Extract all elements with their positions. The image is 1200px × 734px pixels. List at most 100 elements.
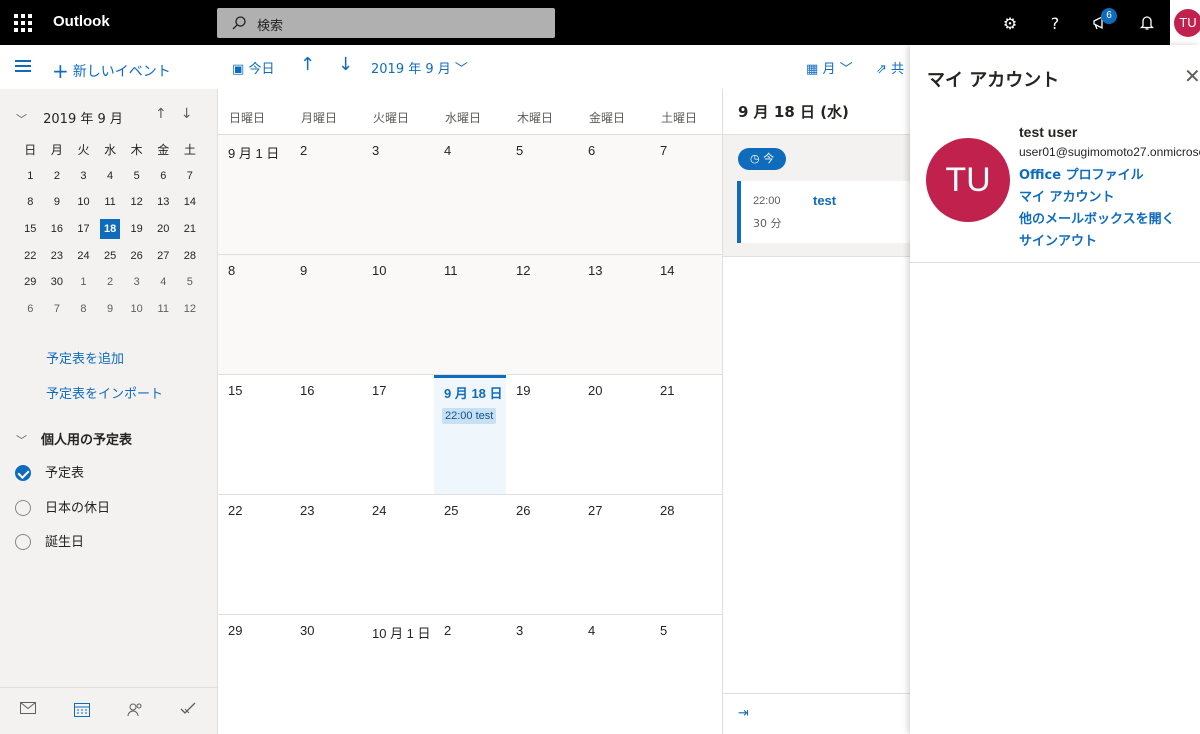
month-picker-button[interactable]: 2019 年 9 月 ﹀ [371,58,468,77]
mini-day[interactable]: 3 [70,170,97,182]
mini-day[interactable]: 16 [44,223,71,235]
day-cell[interactable]: 20 [578,375,650,494]
day-cell[interactable]: 13 [578,255,650,374]
hamburger-menu-icon[interactable] [15,60,31,72]
app-brand[interactable]: Outlook [53,13,110,30]
mini-day[interactable]: 5 [123,170,150,182]
new-event-button[interactable]: + 新しいイベント [52,57,171,83]
account-button[interactable]: TU [1170,0,1200,45]
day-cell[interactable]: 2 [434,615,506,734]
calendar-item-japan-holidays[interactable]: 日本の休日 [15,497,110,517]
mini-day[interactable]: 29 [17,276,44,288]
mini-day[interactable]: 25 [97,250,124,262]
import-calendar-link[interactable]: 予定表をインポート [46,383,163,402]
mini-day[interactable]: 26 [123,250,150,262]
mini-previous-arrow-icon[interactable]: ↑ [155,106,167,122]
previous-month-arrow-icon[interactable]: ↑ [300,54,315,75]
mini-day[interactable]: 4 [150,276,177,288]
now-button[interactable]: ◷ 今 [738,148,787,170]
mini-day[interactable]: 7 [177,170,204,182]
mini-next-arrow-icon[interactable]: ↓ [181,106,193,122]
share-button[interactable]: ⇗ 共 [876,58,904,77]
sign-out-link[interactable]: サインアウト [1019,230,1097,249]
day-cell[interactable]: 2 [290,135,362,254]
mini-day[interactable]: 3 [123,276,150,288]
day-cell[interactable]: 19 [506,375,578,494]
mini-day[interactable]: 27 [150,250,177,262]
view-switcher-button[interactable]: ▦ 月 ﹀ [806,58,853,77]
radio-circle-icon[interactable] [15,499,31,516]
office-profile-link[interactable]: Office プロファイル [1019,164,1144,183]
calendar-item-default[interactable]: 予定表 [15,462,84,482]
add-calendar-link[interactable]: 予定表を追加 [46,348,124,367]
people-icon[interactable] [127,702,143,721]
event-chip[interactable]: 22:00 test [442,408,497,424]
help-icon[interactable]: ? [1042,10,1068,36]
day-cell[interactable]: 17 [362,375,434,494]
mini-day[interactable]: 30 [44,276,71,288]
mini-day[interactable]: 13 [150,196,177,208]
mini-day[interactable]: 14 [177,196,204,208]
day-cell[interactable]: 8 [218,255,290,374]
day-cell[interactable]: 9 月 1 日 [218,135,290,254]
calendar-group-header[interactable]: ﹀ 個人用の予定表 [16,429,132,448]
mini-day[interactable]: 9 [97,303,124,315]
mini-day[interactable]: 6 [17,303,44,315]
event-card[interactable]: 22:00 30 分 test [737,181,911,243]
mini-day[interactable]: 17 [70,223,97,235]
mini-day[interactable]: 9 [44,196,71,208]
mini-day[interactable]: 22 [17,250,44,262]
app-launcher-icon[interactable] [12,12,32,32]
mini-day[interactable]: 11 [150,303,177,315]
mini-day[interactable]: 8 [70,303,97,315]
mini-day[interactable]: 12 [177,303,204,315]
mini-day[interactable]: 10 [70,196,97,208]
mini-day[interactable]: 2 [44,170,71,182]
day-cell-today[interactable]: 9 月 18 日 22:00 test [434,375,506,494]
day-cell[interactable]: 29 [218,615,290,734]
mini-day[interactable]: 19 [123,223,150,235]
mini-day[interactable]: 12 [123,196,150,208]
mini-day[interactable]: 5 [177,276,204,288]
mail-icon[interactable] [20,702,36,718]
next-month-arrow-icon[interactable]: ↓ [338,54,353,75]
mini-day[interactable]: 4 [97,170,124,182]
mini-day[interactable]: 23 [44,250,71,262]
day-cell[interactable]: 3 [506,615,578,734]
day-cell[interactable]: 10 月 1 日 [362,615,434,734]
day-cell[interactable]: 27 [578,495,650,614]
day-cell[interactable]: 9 [290,255,362,374]
my-account-link[interactable]: マイ アカウント [1019,186,1115,205]
day-cell[interactable]: 5 [650,615,722,734]
day-cell[interactable]: 3 [362,135,434,254]
day-cell[interactable]: 30 [290,615,362,734]
mini-day[interactable]: 6 [150,170,177,182]
settings-gear-icon[interactable]: ⚙ [997,10,1023,36]
day-cell[interactable]: 25 [434,495,506,614]
mini-day[interactable]: 10 [123,303,150,315]
day-cell[interactable]: 5 [506,135,578,254]
day-cell[interactable]: 6 [578,135,650,254]
mini-day[interactable]: 15 [17,223,44,235]
day-cell[interactable]: 28 [650,495,722,614]
mini-day-today[interactable]: 18 [100,219,121,240]
mini-day[interactable]: 21 [177,223,204,235]
today-button[interactable]: ▣ 今日 [232,58,274,77]
bell-icon[interactable] [1134,10,1160,36]
radio-circle-icon[interactable] [15,533,31,550]
tasks-check-icon[interactable] [180,702,196,720]
mini-day[interactable]: 24 [70,250,97,262]
mini-day[interactable]: 8 [17,196,44,208]
search-box[interactable]: 検索 [217,8,555,38]
day-cell[interactable]: 16 [290,375,362,494]
mini-day[interactable]: 1 [17,170,44,182]
day-cell[interactable]: 14 [650,255,722,374]
day-cell[interactable]: 4 [578,615,650,734]
avatar[interactable]: TU [926,138,1010,222]
day-cell[interactable]: 21 [650,375,722,494]
day-cell[interactable]: 15 [218,375,290,494]
day-cell[interactable]: 26 [506,495,578,614]
day-cell[interactable]: 11 [434,255,506,374]
mini-day[interactable]: 20 [150,223,177,235]
day-cell[interactable]: 24 [362,495,434,614]
